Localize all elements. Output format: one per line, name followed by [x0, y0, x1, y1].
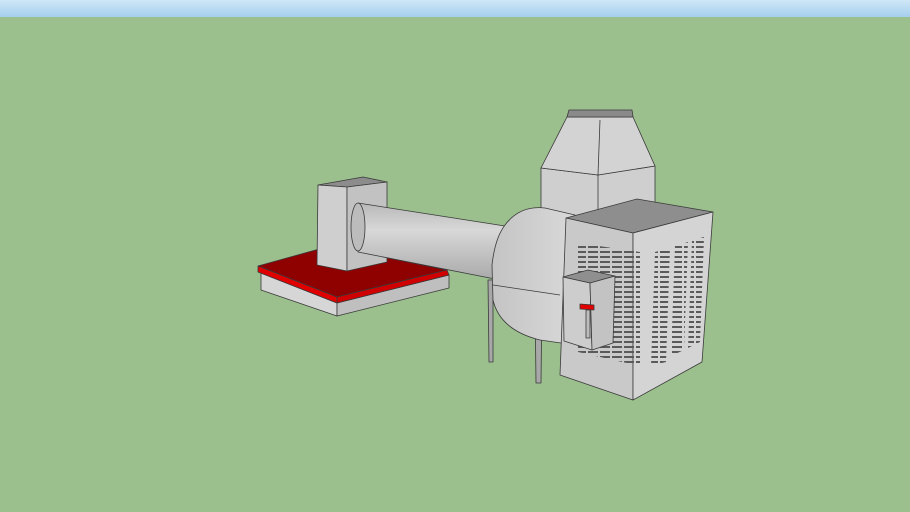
hood-top-opening	[566, 109, 634, 118]
disconnect-slot	[585, 309, 591, 339]
control-panel[interactable]	[562, 269, 616, 351]
disconnect-handle-red[interactable]	[579, 303, 595, 311]
inlet-box-front	[316, 184, 348, 272]
3d-model-viewport[interactable]	[0, 0, 910, 512]
sky	[0, 0, 910, 17]
support-leg-left	[487, 279, 494, 363]
duct-pipe-end	[350, 202, 366, 252]
control-panel-side	[589, 275, 616, 351]
